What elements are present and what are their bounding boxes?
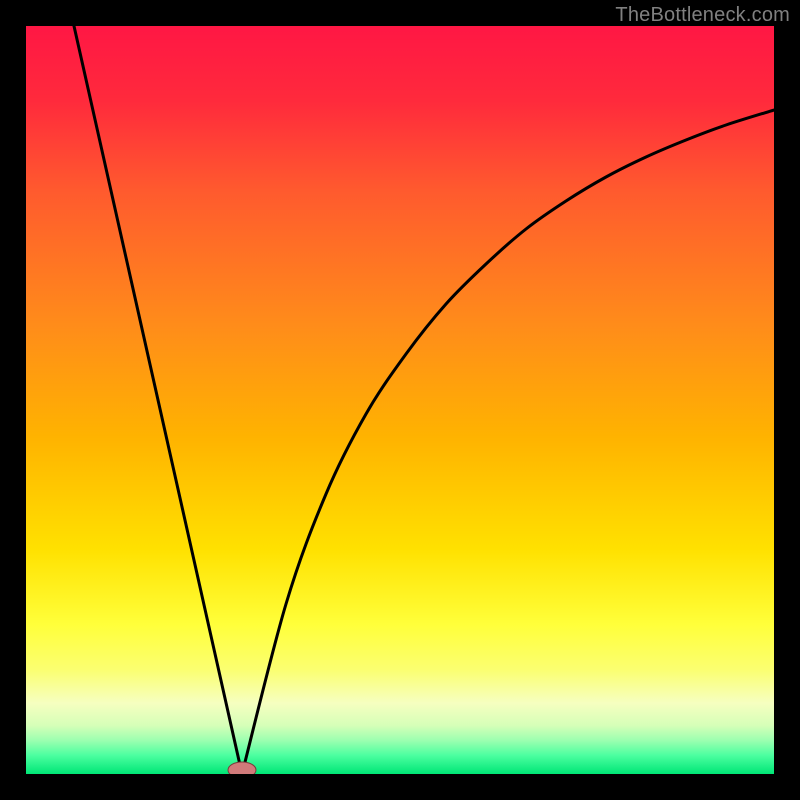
gradient-background [26,26,774,774]
plot-area [26,26,774,774]
minimum-marker [228,762,256,774]
watermark-text: TheBottleneck.com [615,4,790,27]
chart-frame: TheBottleneck.com [0,0,800,800]
bottleneck-chart [26,26,774,774]
